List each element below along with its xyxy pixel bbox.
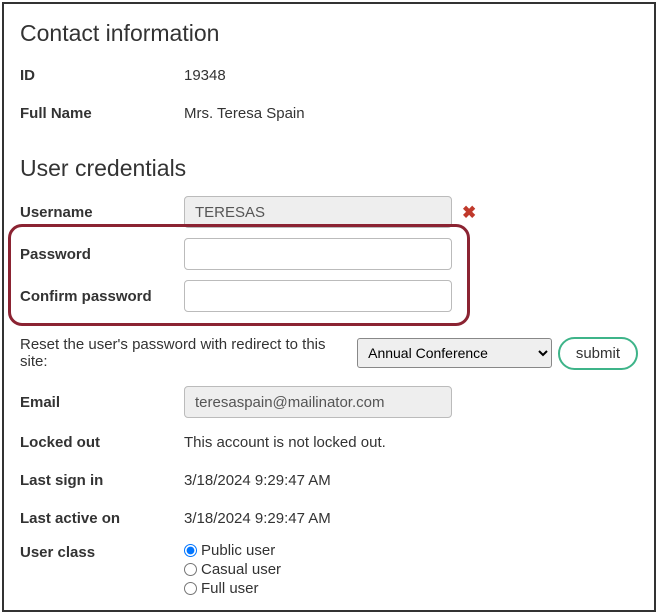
username-input[interactable]: [184, 196, 452, 228]
fullname-value: Mrs. Teresa Spain: [184, 105, 638, 122]
submit-button[interactable]: submit: [558, 337, 638, 370]
user-class-casual[interactable]: Casual user: [184, 561, 281, 578]
user-class-public[interactable]: Public user: [184, 542, 281, 559]
user-class-casual-radio[interactable]: [184, 563, 197, 576]
user-class-label: User class: [20, 542, 184, 561]
last-signin-label: Last sign in: [20, 472, 184, 489]
contact-panel: Contact information ID 19348 Full Name M…: [2, 2, 656, 612]
user-class-full-radio[interactable]: [184, 582, 197, 595]
confirm-password-input[interactable]: [184, 280, 452, 312]
locked-out-row: Locked out This account is not locked ou…: [20, 428, 638, 456]
user-class-full-label: Full user: [201, 580, 259, 597]
password-input[interactable]: [184, 238, 452, 270]
last-signin-row: Last sign in 3/18/2024 9:29:47 AM: [20, 466, 638, 494]
last-active-value: 3/18/2024 9:29:47 AM: [184, 510, 638, 527]
last-active-label: Last active on: [20, 510, 184, 527]
credentials-heading: User credentials: [20, 155, 638, 182]
reset-password-text: Reset the user's password with redirect …: [20, 336, 351, 370]
id-label: ID: [20, 67, 184, 84]
reset-site-select[interactable]: Annual Conference: [357, 338, 552, 368]
last-active-row: Last active on 3/18/2024 9:29:47 AM: [20, 504, 638, 532]
confirm-password-label: Confirm password: [20, 288, 184, 305]
user-class-radio-group: Public user Casual user Full user: [184, 542, 281, 597]
confirm-password-row: Confirm password: [20, 280, 638, 312]
user-class-public-radio[interactable]: [184, 544, 197, 557]
username-label: Username: [20, 204, 184, 221]
email-input[interactable]: [184, 386, 452, 418]
user-class-public-label: Public user: [201, 542, 275, 559]
locked-out-label: Locked out: [20, 434, 184, 451]
locked-out-value: This account is not locked out.: [184, 434, 638, 451]
fullname-row: Full Name Mrs. Teresa Spain: [20, 99, 638, 127]
user-class-row: User class Public user Casual user Full …: [20, 542, 638, 597]
last-signin-value: 3/18/2024 9:29:47 AM: [184, 472, 638, 489]
id-value: 19348: [184, 67, 638, 84]
password-label: Password: [20, 246, 184, 263]
contact-heading: Contact information: [20, 20, 638, 47]
delete-username-icon[interactable]: ✖: [462, 204, 476, 221]
user-class-casual-label: Casual user: [201, 561, 281, 578]
user-class-full[interactable]: Full user: [184, 580, 281, 597]
email-label: Email: [20, 394, 184, 411]
email-row: Email: [20, 386, 638, 418]
username-row: Username ✖: [20, 196, 638, 228]
fullname-label: Full Name: [20, 105, 184, 122]
password-row: Password: [20, 238, 638, 270]
reset-password-row: Reset the user's password with redirect …: [20, 336, 638, 370]
id-row: ID 19348: [20, 61, 638, 89]
